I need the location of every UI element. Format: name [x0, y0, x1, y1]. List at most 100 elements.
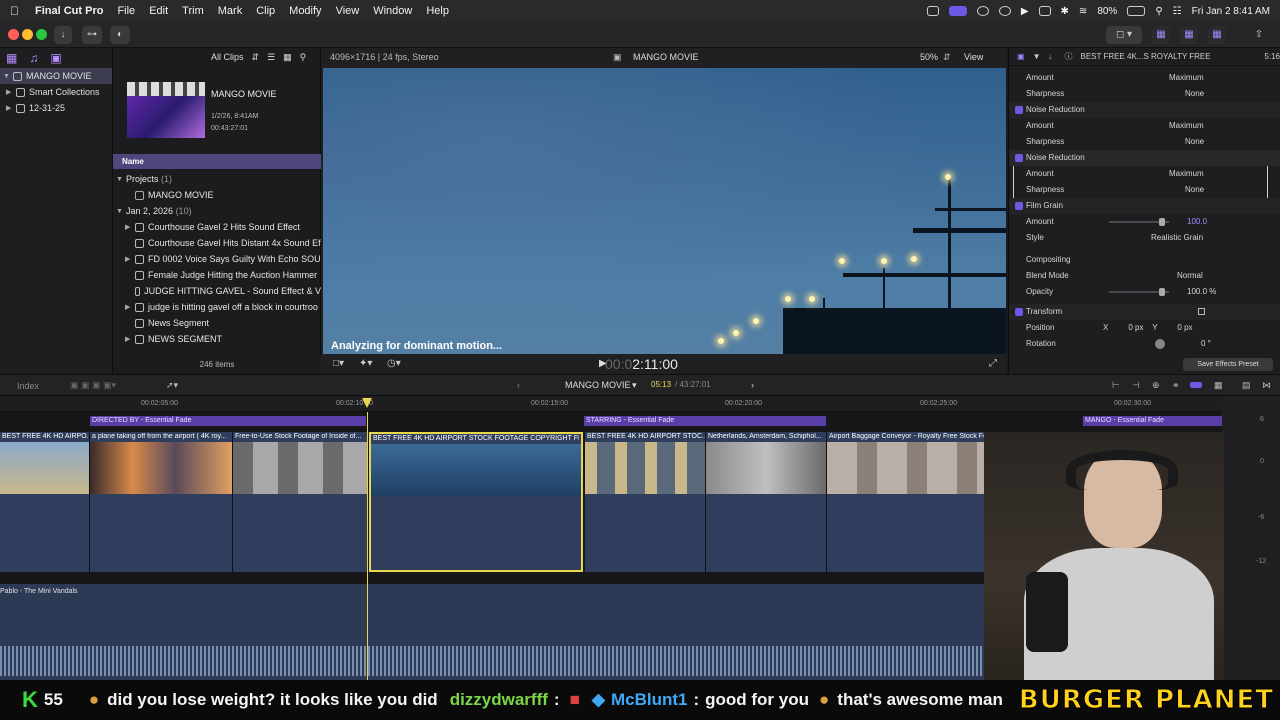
export-icon[interactable]: ⇧	[1250, 26, 1268, 44]
list-item[interactable]: News Segment	[113, 315, 321, 331]
solo-icon[interactable]: ⊕	[1152, 380, 1160, 391]
list-view-icon[interactable]: ☰	[267, 52, 275, 63]
timeline-index-icon[interactable]: ▤	[1242, 380, 1251, 391]
menu-help[interactable]: Help	[426, 5, 449, 17]
back-nav-icon[interactable]: ‹	[517, 380, 520, 390]
list-item[interactable]: ▶ judge is hitting gavel off a block in …	[113, 299, 321, 315]
timecode-display[interactable]: 00:02:11:00	[605, 356, 678, 372]
rotation-dial[interactable]	[1155, 339, 1165, 349]
grid-view-icon[interactable]: ▦	[283, 52, 292, 63]
battery-icon[interactable]	[1127, 6, 1146, 16]
play-status-icon[interactable]: ▶	[1021, 6, 1029, 17]
fullscreen-icon[interactable]: ⤢	[989, 358, 997, 369]
app-name[interactable]: Final Cut Pro	[35, 5, 103, 17]
selected-video-clip[interactable]: BEST FREE 4K HD AIRPORT STOCK FOOTAGE CO…	[369, 432, 583, 572]
opacity-value[interactable]: 100.0 %	[1187, 287, 1216, 296]
apple-icon[interactable]: 	[10, 4, 26, 18]
zoom-window-button[interactable]	[36, 29, 47, 40]
menu-mark[interactable]: Mark	[218, 5, 242, 17]
projects-group-row[interactable]: ▼ Projects (1)	[113, 171, 321, 187]
enhance-tool-icon[interactable]: ✦▾	[359, 358, 372, 369]
circle-status-icon[interactable]	[976, 6, 989, 16]
list-item[interactable]: ▶ FD 0002 Voice Says Guilty With Echo SO…	[113, 251, 321, 267]
menu-view[interactable]: View	[336, 5, 360, 17]
video-clip[interactable]: a plane taking off from the airport ( 4K…	[90, 432, 233, 572]
project-thumbnail[interactable]	[127, 82, 205, 138]
video-clip[interactable]: BEST FREE 4K HD AIRPO...	[0, 432, 90, 572]
checkbox-icon[interactable]	[1015, 308, 1023, 316]
inspector-layout-icon[interactable]: ▦	[1208, 26, 1226, 44]
search-icon[interactable]: ⚲	[300, 52, 307, 63]
blend-mode-dropdown[interactable]: Normal	[1177, 271, 1203, 280]
forward-nav-icon[interactable]: ›	[751, 380, 754, 390]
disclosure-right-icon[interactable]: ▶	[6, 88, 16, 96]
amount-value[interactable]: 100.0	[1187, 217, 1207, 226]
project-chevron-icon[interactable]: ▾	[632, 380, 637, 391]
import-icon[interactable]: ↓	[54, 26, 72, 44]
color-inspector-icon[interactable]: ▼	[1033, 52, 1041, 61]
playhead-line[interactable]	[367, 412, 368, 680]
disclosure-down-icon[interactable]: ▼	[3, 73, 13, 80]
background-tasks-icon[interactable]: ◐	[110, 26, 130, 44]
video-inspector-icon[interactable]: ▣	[1017, 52, 1025, 61]
list-item[interactable]: ▶ Courthouse Gavel 2 Hits Sound Effect	[113, 219, 321, 235]
name-column-header[interactable]: Name	[113, 154, 321, 169]
disclosure-down-icon[interactable]: ▼	[116, 208, 126, 215]
clip-appearance-icon[interactable]: ▦	[1214, 380, 1223, 391]
disclosure-right-icon[interactable]: ▶	[125, 335, 135, 343]
amount-dropdown[interactable]: Maximum	[1169, 73, 1204, 82]
browser-layout-icon[interactable]: ▦	[1152, 26, 1170, 44]
close-window-button[interactable]	[8, 29, 19, 40]
grid-status-icon[interactable]	[998, 6, 1011, 16]
list-item[interactable]: Courthouse Gavel Hits Distant 4x Sound E…	[113, 235, 321, 251]
libraries-icon[interactable]: ▦	[6, 51, 17, 65]
search-icon[interactable]: ⚲	[1155, 6, 1162, 17]
rotation-value[interactable]: 0 °	[1201, 339, 1211, 348]
photos-audio-icon[interactable]: ♫	[29, 51, 38, 65]
style-dropdown[interactable]: Realistic Grain	[1151, 233, 1203, 242]
list-item[interactable]: JUDGE HITTING GAVEL - Sound Effect & V	[113, 283, 321, 299]
zoom-dropdown[interactable]: 50%	[920, 52, 938, 62]
opacity-slider[interactable]	[1109, 288, 1169, 296]
select-tool-icon[interactable]: ➚▾	[166, 380, 178, 391]
status-icon[interactable]	[926, 6, 939, 16]
wifi-icon[interactable]: ≋	[1079, 6, 1087, 17]
menu-file[interactable]: File	[117, 5, 135, 17]
control-center-icon[interactable]: ☷	[1173, 6, 1182, 17]
filter-chevron-icon[interactable]: ⇵	[252, 52, 260, 63]
display-icon[interactable]	[1038, 6, 1051, 16]
checkbox-icon[interactable]	[1015, 202, 1023, 210]
amount-dropdown[interactable]: Maximum	[1169, 169, 1204, 178]
date-group-row[interactable]: ▼ Jan 2, 2026 (10)	[113, 203, 321, 219]
sidebar-item-event[interactable]: ▶ 12-31-25	[0, 100, 112, 116]
bluetooth-icon[interactable]: ✱	[1061, 6, 1069, 17]
disclosure-down-icon[interactable]: ▼	[116, 176, 126, 183]
disclosure-right-icon[interactable]: ▶	[125, 223, 135, 231]
speed-tool-icon[interactable]: ◷▾	[387, 358, 401, 369]
sharpness-dropdown[interactable]: None	[1185, 137, 1204, 146]
video-clip[interactable]: Free-to-Use Stock Footage of Inside of..…	[233, 432, 368, 572]
connect-edit-icon[interactable]: ▣ ▣ ▣ ▣▾	[70, 380, 116, 391]
title-fade-clip[interactable]: STARRING - Essential Fade	[584, 416, 826, 426]
audio-skimming-icon[interactable]: ⊣	[1132, 380, 1140, 391]
disclosure-right-icon[interactable]: ▶	[125, 303, 135, 311]
menu-clip[interactable]: Clip	[256, 5, 275, 17]
save-effects-preset-button[interactable]: Save Effects Preset	[1183, 358, 1273, 371]
index-button[interactable]: Index	[17, 381, 39, 391]
checkbox-icon[interactable]	[1015, 154, 1023, 162]
disclosure-right-icon[interactable]: ▶	[6, 104, 16, 112]
video-preview[interactable]: Analyzing for dominant motion...	[323, 68, 1006, 354]
sidebar-item-library[interactable]: ▼ MANGO MOVIE	[0, 68, 112, 84]
share-icon[interactable]: ◻ ▾	[1106, 26, 1142, 44]
list-item[interactable]: Female Judge Hitting the Auction Hammer	[113, 267, 321, 283]
timeline-layout-icon[interactable]: ▦	[1180, 26, 1198, 44]
menu-modify[interactable]: Modify	[289, 5, 321, 17]
titles-generators-icon[interactable]: ▣	[50, 51, 61, 65]
amount-slider[interactable]	[1109, 218, 1169, 226]
clip-filter-dropdown[interactable]: All Clips	[211, 52, 244, 62]
view-dropdown[interactable]: View	[964, 52, 983, 62]
position-value[interactable]: X 0 px Y 0 px	[1103, 323, 1193, 332]
amount-dropdown[interactable]: Maximum	[1169, 121, 1204, 130]
sharpness-dropdown[interactable]: None	[1185, 185, 1204, 194]
headphones-icon[interactable]: ⚭	[1172, 380, 1180, 391]
